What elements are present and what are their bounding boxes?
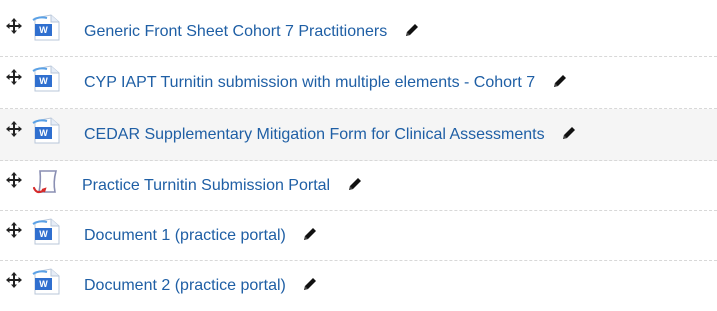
activity-link[interactable]: Generic Front Sheet Cohort 7 Practitione… bbox=[84, 21, 420, 43]
pencil-icon[interactable] bbox=[302, 226, 318, 242]
activity-row: Practice Turnitin Submission Portal bbox=[0, 161, 717, 211]
pencil-icon[interactable] bbox=[561, 125, 577, 141]
svg-text:W: W bbox=[39, 128, 48, 138]
activity-title: Document 1 (practice portal) bbox=[84, 226, 286, 244]
move-arrows-icon[interactable] bbox=[6, 68, 22, 85]
pencil-icon[interactable] bbox=[404, 22, 420, 38]
activity-title: CYP IAPT Turnitin submission with multip… bbox=[84, 73, 536, 91]
activity-link[interactable]: Practice Turnitin Submission Portal bbox=[82, 175, 363, 197]
activity-link[interactable]: CYP IAPT Turnitin submission with multip… bbox=[84, 72, 568, 94]
pencil-icon[interactable] bbox=[347, 176, 363, 192]
activity-row: W CEDAR Supplementary Mitigation Form fo… bbox=[0, 109, 717, 161]
svg-text:W: W bbox=[39, 229, 48, 239]
activity-title: Document 2 (practice portal) bbox=[84, 277, 286, 294]
pencil-icon[interactable] bbox=[552, 73, 568, 89]
activity-row: W Generic Front Sheet Cohort 7 Practitio… bbox=[0, 7, 717, 57]
turnitin-assignment-icon bbox=[31, 168, 63, 196]
word-document-icon: W bbox=[31, 64, 63, 93]
activity-link[interactable]: Document 1 (practice portal) bbox=[84, 225, 318, 247]
svg-text:W: W bbox=[39, 25, 48, 35]
move-arrows-icon[interactable] bbox=[6, 272, 22, 288]
activity-row: W CYP IAPT Turnitin submission with mult… bbox=[0, 57, 717, 109]
activity-title: Generic Front Sheet Cohort 7 Practitione… bbox=[84, 22, 388, 40]
move-arrows-icon[interactable] bbox=[6, 171, 22, 188]
activity-row: W Document 1 (practice portal) bbox=[0, 211, 717, 261]
word-document-icon: W bbox=[31, 13, 63, 42]
activity-link[interactable]: CEDAR Supplementary Mitigation Form for … bbox=[84, 124, 577, 146]
word-document-icon: W bbox=[31, 217, 63, 246]
svg-text:W: W bbox=[39, 279, 48, 289]
move-arrows-icon[interactable] bbox=[6, 221, 22, 238]
activity-link[interactable]: Document 2 (practice portal) bbox=[84, 275, 318, 297]
activity-list: W Generic Front Sheet Cohort 7 Practitio… bbox=[0, 0, 717, 304]
word-document-icon: W bbox=[31, 268, 63, 296]
pencil-icon[interactable] bbox=[302, 276, 318, 292]
svg-text:W: W bbox=[39, 76, 48, 86]
move-arrows-icon[interactable] bbox=[6, 120, 22, 137]
activity-title: Practice Turnitin Submission Portal bbox=[82, 176, 331, 194]
activity-title: CEDAR Supplementary Mitigation Form for … bbox=[84, 125, 545, 143]
move-arrows-icon[interactable] bbox=[6, 17, 22, 34]
word-document-icon: W bbox=[31, 116, 63, 145]
